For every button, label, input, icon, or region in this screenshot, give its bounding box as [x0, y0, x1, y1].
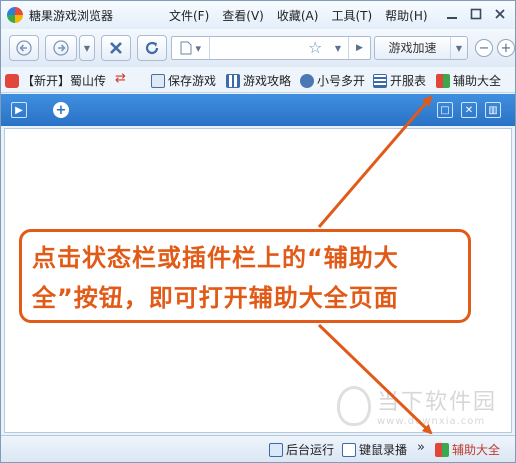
assist-icon [436, 73, 450, 88]
assist-icon [435, 442, 449, 457]
bookmark-shushan[interactable]: 【新开】蜀山传 [5, 72, 106, 89]
forward-icon [53, 40, 69, 56]
page-icon[interactable]: ▾ [172, 37, 210, 59]
menu-help[interactable]: 帮助(H) [385, 7, 427, 24]
browser-window: 糖果游戏浏览器 文件(F) 查看(V) 收藏(A) 工具(T) 帮助(H) ▼ … [0, 0, 516, 463]
bookmark-label: 游戏攻略 [243, 74, 292, 88]
close-tab-icon[interactable]: ✕ [461, 102, 477, 118]
status-label: 键鼠录播 [359, 443, 408, 457]
watermark-url: www.downxia.com [377, 416, 486, 427]
go-button[interactable]: ▶ [348, 37, 370, 59]
zoom-out-icon[interactable]: − [475, 39, 493, 57]
watermark-logo-icon [337, 385, 371, 426]
status-assist-button[interactable]: 辅助大全 [435, 441, 500, 458]
bookmark-save-game[interactable]: 保存游戏 [151, 72, 216, 89]
window-title: 糖果游戏浏览器 [29, 8, 114, 23]
bookmark-assist[interactable]: 辅助大全 [436, 72, 501, 89]
status-bar: 后台运行 键鼠录播 » 辅助大全 [1, 435, 515, 462]
stop-button[interactable] [101, 35, 131, 61]
zoom-in-icon[interactable]: + [497, 39, 515, 57]
game-speed-label: 游戏加速 [375, 37, 451, 59]
more-icon[interactable]: » [417, 440, 425, 455]
new-tab-icon[interactable]: + [53, 102, 69, 118]
window-controls [443, 5, 509, 23]
background-run-icon [269, 442, 283, 457]
address-bar: ▾ ☆ ▼ ▶ [171, 36, 371, 60]
menu-file[interactable]: 文件(F) [169, 7, 209, 24]
bookmark-label: 开服表 [390, 74, 427, 88]
watermark: 当下软件园 www.downxia.com [337, 384, 497, 427]
server-list-icon [373, 73, 387, 88]
chevron-down-icon[interactable]: ▼ [451, 44, 467, 53]
swap-icon[interactable]: ⇄ [115, 71, 126, 86]
address-dropdown[interactable]: ▼ [330, 37, 346, 59]
stop-icon [110, 42, 122, 54]
bookmark-game-guide[interactable]: 游戏攻略 [226, 72, 291, 89]
maximize-icon[interactable] [467, 5, 485, 23]
menu-bar: 文件(F) 查看(V) 收藏(A) 工具(T) 帮助(H) [169, 7, 428, 24]
bookmark-label: 辅助大全 [453, 74, 502, 88]
status-assist-label: 辅助大全 [452, 443, 501, 457]
bookmark-server-list[interactable]: 开服表 [373, 72, 426, 89]
record-button[interactable]: 键鼠录播 [342, 441, 407, 458]
menu-tools[interactable]: 工具(T) [331, 7, 372, 24]
annotation-callout: 点击状态栏或插件栏上的“辅助大 全”按钮，即可打开辅助大全页面 [19, 229, 471, 323]
back-icon [16, 40, 32, 56]
app-logo-icon [7, 7, 23, 23]
history-dropdown[interactable]: ▼ [79, 35, 95, 61]
bookmark-multi-account[interactable]: 小号多开 [300, 72, 365, 89]
restore-tab-icon[interactable]: □ [437, 102, 453, 118]
sidebar-toggle-icon[interactable]: ▶ [11, 102, 27, 118]
refresh-icon [145, 41, 159, 55]
menu-view[interactable]: 查看(V) [222, 7, 264, 24]
plugin-bar: 【新开】蜀山传 ⇄ 保存游戏 游戏攻略 小号多开 开服表 辅助大全 [1, 67, 515, 93]
multi-account-icon [300, 73, 314, 88]
heart-icon [5, 73, 19, 88]
bookmark-label: 【新开】蜀山传 [22, 74, 107, 88]
forward-button[interactable] [45, 35, 77, 61]
split-view-icon[interactable]: ▥ [485, 102, 501, 118]
address-input[interactable] [212, 39, 304, 57]
bookmark-label: 保存游戏 [168, 74, 217, 88]
bookmark-label: 小号多开 [317, 74, 366, 88]
status-label: 后台运行 [286, 443, 335, 457]
tab-strip: ▶ + □ ✕ ▥ [1, 94, 515, 126]
watermark-name: 当下软件园 [377, 390, 498, 415]
navigation-toolbar: ▼ ▾ ☆ ▼ ▶ 游戏加速 ▼ − + [1, 29, 515, 67]
minimize-icon[interactable] [443, 5, 461, 23]
save-icon [151, 73, 165, 88]
title-bar: 糖果游戏浏览器 文件(F) 查看(V) 收藏(A) 工具(T) 帮助(H) [1, 1, 515, 29]
annotation-line-2: 全”按钮，即可打开辅助大全页面 [32, 284, 399, 312]
guide-icon [226, 73, 240, 88]
annotation-line-1: 点击状态栏或插件栏上的“辅助大 [32, 244, 399, 272]
star-icon[interactable]: ☆ [308, 38, 322, 57]
back-button[interactable] [9, 35, 39, 61]
refresh-button[interactable] [137, 35, 167, 61]
menu-favorites[interactable]: 收藏(A) [277, 7, 319, 24]
close-icon[interactable] [491, 5, 509, 23]
background-run-button[interactable]: 后台运行 [269, 441, 334, 458]
record-icon [342, 442, 356, 457]
game-speed-button[interactable]: 游戏加速 ▼ [374, 36, 468, 60]
